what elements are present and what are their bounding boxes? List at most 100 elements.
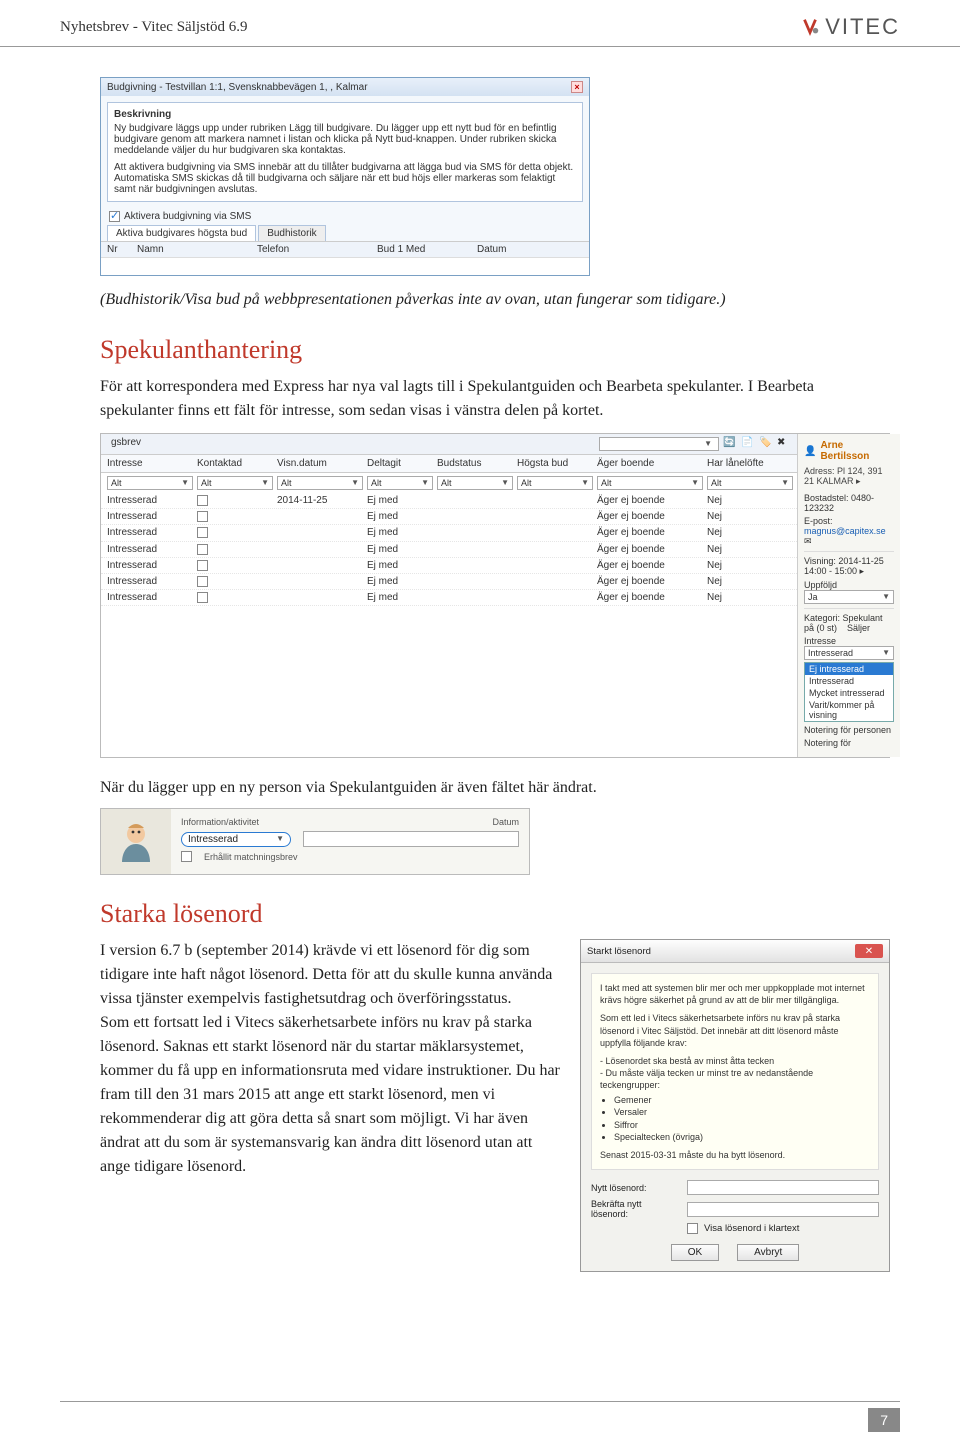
info-aktivitet-shot: Information/aktivitet Datum Intresserad▼… — [100, 808, 530, 875]
filter-kontaktad[interactable]: Alt▼ — [197, 476, 273, 490]
intresse-dropdown[interactable]: Ej intresserad Intresserad Mycket intres… — [804, 662, 894, 722]
page-header: Nyhetsbrev - Vitec Säljstöd 6.9 VITEC — [0, 0, 960, 47]
info-select[interactable]: Intresserad▼ — [181, 832, 291, 847]
pwd-rule-len: - Lösenordet ska bestå av minst åtta tec… — [600, 1055, 870, 1067]
rule-gemener: Gemener — [614, 1094, 870, 1106]
col-bud: Bud 1 Med — [377, 244, 477, 255]
show-pwd-label: Visa lösenord i klartext — [704, 1223, 799, 1234]
beskrivning-p2: Att aktivera budgivning via SMS innebär … — [114, 162, 576, 195]
pwd-title: Starkt lösenord — [587, 946, 651, 957]
input-confirm-pwd[interactable] — [687, 1202, 879, 1217]
page-footer: 7 — [0, 1401, 960, 1432]
saljer: Säljer — [847, 623, 870, 633]
opt-ej-intresserad[interactable]: Ej intresserad — [805, 663, 893, 675]
tab-active-bids[interactable]: Aktiva budgivares högsta bud — [107, 225, 256, 241]
filter-visn[interactable]: Alt▼ — [277, 476, 363, 490]
col-lane: Har lånelöfte — [707, 458, 797, 469]
label-new-pwd: Nytt lösenord: — [591, 1183, 681, 1193]
budgivning-dialog: Budgivning - Testvillan 1:1, Svensknabbe… — [100, 77, 590, 276]
close-icon[interactable]: × — [571, 81, 583, 93]
table-row[interactable]: IntresseradEj medÄger ej boendeNej — [101, 509, 797, 525]
col-ager: Äger boende — [597, 458, 707, 469]
intresse-select[interactable]: Intresserad▼ — [804, 646, 894, 660]
col-datum: Datum — [477, 244, 557, 255]
filter-budstatus[interactable]: Alt▼ — [437, 476, 513, 490]
spek-detail-panel: 👤 Arne Bertilsson Adress: Pl 124, 391 21 … — [797, 434, 900, 757]
heading-starka-losenord: Starka lösenord — [100, 899, 890, 929]
page-number: 7 — [868, 1408, 900, 1432]
notering-for: Notering för — [804, 738, 894, 748]
col-kontaktad: Kontaktad — [197, 458, 277, 469]
table-row[interactable]: IntresseradEj medÄger ej boendeNej — [101, 525, 797, 541]
vitec-logo-icon — [799, 16, 821, 38]
rule-versaler: Versaler — [614, 1106, 870, 1118]
pwd-intro: I takt med att systemen blir mer och mer… — [600, 982, 870, 1006]
vitec-logo-text: VITEC — [825, 14, 900, 40]
spek-tab[interactable]: gsbrev — [107, 437, 141, 451]
detail-visning: Visning: 2014-11-25 14:00 - 15:00 ▸ — [804, 556, 894, 577]
spekulant-after-para: När du lägger upp en ny person via Speku… — [100, 776, 890, 800]
spek-grid-header: Intresse Kontaktad Visn.datum Deltagit B… — [101, 455, 797, 473]
matchning-checkbox[interactable] — [181, 851, 192, 862]
beskrivning-p1: Ny budgivare läggs upp under rubriken Lä… — [114, 123, 576, 156]
detail-email[interactable]: magnus@capitex.se — [804, 526, 886, 536]
input-new-pwd[interactable] — [687, 1180, 879, 1195]
label-confirm-pwd: Bekräfta nytt lösenord: — [591, 1199, 681, 1219]
pwd-rule-sub: - Du måste välja tecken ur minst tre av … — [600, 1067, 870, 1091]
spek-top-select[interactable]: ▼ — [599, 437, 719, 451]
avatar — [101, 809, 171, 874]
delete-icon[interactable]: ✖ — [777, 437, 791, 451]
show-pwd-checkbox[interactable] — [687, 1223, 698, 1234]
kategori: Kategori: Spekulant på (0 st) — [804, 613, 883, 633]
filter-ager[interactable]: Alt▼ — [597, 476, 703, 490]
opt-varit[interactable]: Varit/kommer på visning — [805, 699, 893, 721]
ok-button[interactable]: OK — [671, 1244, 719, 1261]
filter-intresse[interactable]: Alt▼ — [107, 476, 193, 490]
avatar-icon — [112, 818, 160, 866]
beskrivning-label: Beskrivning — [114, 109, 576, 120]
spek-filter-row: Alt▼ Alt▼ Alt▼ Alt▼ Alt▼ Alt▼ Alt▼ Alt▼ — [101, 473, 797, 493]
detail-name: Arne Bertilsson — [820, 440, 894, 462]
close-icon[interactable]: ✕ — [855, 944, 883, 958]
filter-deltagit[interactable]: Alt▼ — [367, 476, 433, 490]
col-budstatus: Budstatus — [437, 458, 517, 469]
note-icon[interactable]: 📄 — [741, 437, 755, 451]
activate-sms-checkbox[interactable] — [109, 211, 120, 222]
spekulant-screenshot: gsbrev ▼ 🔄 📄 🏷️ ✖ Intresse Kontaktad Vis… — [100, 433, 890, 758]
heading-spekulanthantering: Spekulanthantering — [100, 335, 890, 365]
activate-sms-label: Aktivera budgivning via SMS — [124, 211, 251, 222]
opt-mycket[interactable]: Mycket intresserad — [805, 687, 893, 699]
dialog-title: Budgivning - Testvillan 1:1, Svensknabbe… — [107, 82, 368, 93]
person-icon: 👤 — [804, 446, 816, 457]
detail-email-label: E-post: — [804, 516, 833, 526]
col-namn: Namn — [137, 244, 257, 255]
tag-icon[interactable]: 🏷️ — [759, 437, 773, 451]
table-row[interactable]: Intresserad2014-11-25Ej medÄger ej boend… — [101, 493, 797, 509]
table-row[interactable]: IntresseradEj medÄger ej boendeNej — [101, 558, 797, 574]
tab-bid-history[interactable]: Budhistorik — [258, 225, 325, 241]
col-visn: Visn.datum — [277, 458, 367, 469]
spekulant-para: För att korrespondera med Express har ny… — [100, 375, 890, 423]
table-row[interactable]: IntresseradEj medÄger ej boendeNej — [101, 542, 797, 558]
detail-address: Adress: Pl 124, 391 21 KALMAR ▸ — [804, 466, 894, 487]
notering-personen: Notering för personen — [804, 725, 894, 735]
col-nr: Nr — [107, 244, 137, 255]
rule-special: Specialtecken (övriga) — [614, 1131, 870, 1143]
header-title: Nyhetsbrev - Vitec Säljstöd 6.9 — [60, 19, 248, 36]
bud-note: (Budhistorik/Visa bud på webbpresentatio… — [100, 288, 890, 311]
table-row[interactable]: IntresseradEj medÄger ej boendeNej — [101, 574, 797, 590]
uppfoljd-select[interactable]: Ja▼ — [804, 590, 894, 604]
bid-grid-header: Nr Namn Telefon Bud 1 Med Datum — [101, 241, 589, 257]
col-hogsta: Högsta bud — [517, 458, 597, 469]
opt-intresserad[interactable]: Intresserad — [805, 675, 893, 687]
table-row[interactable]: IntresseradEj medÄger ej boendeNej — [101, 590, 797, 606]
refresh-icon[interactable]: 🔄 — [723, 437, 737, 451]
pwd-lead: Som ett led i Vitecs säkerhetsarbete inf… — [600, 1012, 870, 1048]
filter-hogsta[interactable]: Alt▼ — [517, 476, 593, 490]
cancel-button[interactable]: Avbryt — [737, 1244, 799, 1261]
vitec-logo: VITEC — [799, 14, 900, 40]
col-intresse: Intresse — [107, 458, 197, 469]
filter-lane[interactable]: Alt▼ — [707, 476, 793, 490]
col-deltagit: Deltagit — [367, 458, 437, 469]
starka-para: I version 6.7 b (september 2014) krävde … — [100, 939, 560, 1179]
